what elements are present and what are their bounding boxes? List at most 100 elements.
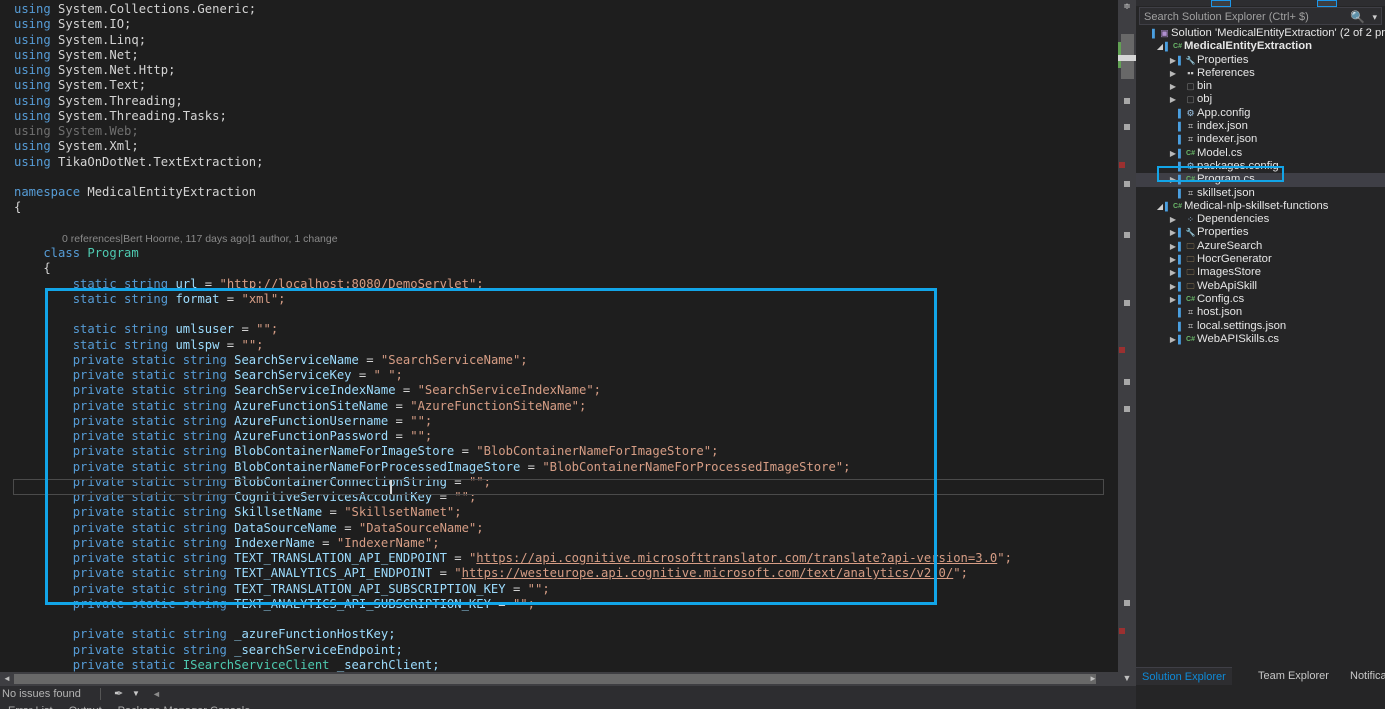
tree-item-medicalentityextraction[interactable]: ◢ ▌ C# MedicalEntityExtraction <box>1136 40 1385 53</box>
codelens-changes[interactable]: 1 author, 1 change <box>251 233 338 245</box>
code-line[interactable]: namespace MedicalEntityExtraction <box>14 185 256 200</box>
code-line[interactable]: using System.Text; <box>14 78 146 93</box>
chevron-collapsed-icon[interactable]: ▶ <box>1168 173 1178 186</box>
code-line[interactable]: private static string _searchServiceEndp… <box>14 643 403 658</box>
tree-item-properties[interactable]: ▶ ▌ 🔧 Properties <box>1136 54 1385 67</box>
tree-item-dependencies[interactable]: ▶ ⁘ Dependencies <box>1136 213 1385 226</box>
tree-item-app-config[interactable]: ·▌⚙App.config <box>1136 107 1385 120</box>
code-line[interactable]: using TikaOnDotNet.TextExtraction; <box>14 155 263 170</box>
code-line[interactable]: static string url = "http://localhost:80… <box>14 277 484 292</box>
code-line[interactable]: using System.Threading.Tasks; <box>14 109 227 124</box>
chevron-down-icon[interactable]: ▼ <box>132 686 140 702</box>
solution-explorer-pane[interactable]: Search Solution Explorer (Ctrl+ $) 🔍 ▾ ·… <box>1136 0 1385 709</box>
chevron-collapsed-icon[interactable]: ▶ <box>1168 280 1178 293</box>
solution-explorer-tree[interactable]: ·▌▣Solution 'MedicalEntityExtraction' (2… <box>1136 27 1385 682</box>
tree-item-hocrgenerator[interactable]: ▶ ▌ 🗀 HocrGenerator <box>1136 253 1385 266</box>
code-line[interactable]: using System.Web; <box>14 124 139 139</box>
code-line[interactable]: private static string AzureFunctionSiteN… <box>14 399 587 414</box>
code-line[interactable]: private static string SearchServiceName … <box>14 353 528 368</box>
bottom-tool-window-tabs[interactable]: Error ListOutputPackage Manager Console <box>0 702 1136 709</box>
code-line[interactable]: private static string SearchServiceKey =… <box>14 368 403 383</box>
bottom-tab-package-manager-console[interactable]: Package Manager Console <box>110 702 259 709</box>
code-line[interactable]: private static string TEXT_TRANSLATION_A… <box>14 582 550 597</box>
tree-item-program-cs[interactable]: ▶ ▌ C# Program.cs <box>1136 173 1385 187</box>
tree-item-imagesstore[interactable]: ▶ ▌ 🗀 ImagesStore <box>1136 266 1385 279</box>
nav-left-icon[interactable]: ◄ <box>152 686 161 702</box>
chevron-collapsed-icon[interactable]: ▶ <box>1168 147 1178 160</box>
chevron-expanded-icon[interactable]: ◢ <box>1155 40 1165 53</box>
code-line[interactable]: private static string TEXT_TRANSLATION_A… <box>14 551 1012 566</box>
tree-item-solution-medicalentityextraction-2-of-2-projects[interactable]: ·▌▣Solution 'MedicalEntityExtraction' (2… <box>1136 27 1385 40</box>
code-line[interactable]: private static string SkillsetName = "Sk… <box>14 505 462 520</box>
code-line[interactable]: using System.Collections.Generic; <box>14 2 256 17</box>
chevron-collapsed-icon[interactable]: ▶ <box>1168 333 1178 346</box>
tree-item-packages-config[interactable]: ·▌⚙packages.config <box>1136 160 1385 173</box>
horizontal-scrollbar[interactable]: ◄ ► <box>0 672 1118 686</box>
tree-item-webapiskills-cs[interactable]: ▶ ▌ C# WebAPISkills.cs <box>1136 333 1385 346</box>
code-text-surface[interactable]: using System.Collections.Generic; using S… <box>0 0 1118 686</box>
chevron-collapsed-icon[interactable]: ▶ <box>1168 226 1178 239</box>
chevron-collapsed-icon[interactable]: ▶ <box>1168 293 1178 306</box>
code-line[interactable]: private static string BlobContainerNameF… <box>14 460 851 475</box>
chevron-collapsed-icon[interactable]: ▶ <box>1168 54 1178 67</box>
solution-explorer-search-box[interactable]: Search Solution Explorer (Ctrl+ $) 🔍 ▾ <box>1139 7 1382 25</box>
code-line[interactable]: private static string BlobContainerConne… <box>14 475 491 490</box>
tool-window-tab-notifications[interactable]: Notifications <box>1344 667 1385 685</box>
tree-item-references[interactable]: ▶ ▪▪ References <box>1136 67 1385 80</box>
code-line[interactable]: static string umlspw = ""; <box>14 338 264 353</box>
tree-item-obj[interactable]: ▶ ▢ obj <box>1136 93 1385 106</box>
scroll-down-icon[interactable]: ▼ <box>1118 670 1136 686</box>
code-line[interactable]: private static string SearchServiceIndex… <box>14 383 601 398</box>
code-line[interactable]: using System.Linq; <box>14 33 146 48</box>
code-line[interactable]: private static string AzureFunctionUsern… <box>14 414 433 429</box>
chevron-collapsed-icon[interactable]: ▶ <box>1168 253 1178 266</box>
codelens-author[interactable]: Bert Hoorne, 117 days ago <box>123 233 248 245</box>
editor-splitter-grip[interactable]: ≑ <box>1118 0 1136 13</box>
chevron-collapsed-icon[interactable]: ▶ <box>1168 67 1178 80</box>
codelens-row[interactable]: 0 references|Bert Hoorne, 117 days ago|1… <box>62 231 338 246</box>
horizontal-scrollbar-thumb[interactable] <box>14 674 1096 684</box>
chevron-down-icon[interactable]: ▾ <box>1372 10 1377 24</box>
chevron-collapsed-icon[interactable]: ▶ <box>1168 266 1178 279</box>
code-line[interactable]: using System.Threading; <box>14 94 183 109</box>
code-line[interactable]: using System.Xml; <box>14 139 139 154</box>
code-line[interactable]: class Program <box>14 246 138 261</box>
code-line[interactable]: static string format = "xml"; <box>14 292 286 307</box>
code-line[interactable]: private static string IndexerName = "Ind… <box>14 536 440 551</box>
toolbar-button-highlight[interactable] <box>1211 0 1231 7</box>
chevron-expanded-icon[interactable]: ◢ <box>1155 200 1165 213</box>
code-line[interactable]: { <box>14 200 21 215</box>
chevron-collapsed-icon[interactable]: ▶ <box>1168 93 1178 106</box>
vertical-scrollbar[interactable]: ▲ ▼ <box>1118 0 1136 686</box>
chevron-collapsed-icon[interactable]: ▶ <box>1168 80 1178 93</box>
code-line[interactable]: private static ISearchServiceClient _sea… <box>14 658 440 673</box>
code-line[interactable]: private static string TEXT_ANALYTICS_API… <box>14 597 535 612</box>
tree-item-indexer-json[interactable]: ·▌⌗indexer.json <box>1136 133 1385 146</box>
code-editor-pane[interactable]: − − using System.Collections.Generic;usi… <box>0 0 1136 686</box>
code-line[interactable]: { <box>14 261 50 276</box>
tree-item-host-json[interactable]: ·▌⌗host.json <box>1136 306 1385 319</box>
tool-window-tab-team-explorer[interactable]: Team Explorer <box>1252 667 1335 685</box>
code-line[interactable]: private static string AzureFunctionPassw… <box>14 429 433 444</box>
tool-window-tab-solution-explorer[interactable]: Solution Explorer <box>1136 667 1232 685</box>
tree-item-config-cs[interactable]: ▶ ▌ C# Config.cs <box>1136 293 1385 306</box>
code-line[interactable]: private static string DataSourceName = "… <box>14 521 484 536</box>
chevron-collapsed-icon[interactable]: ▶ <box>1168 240 1178 253</box>
toolbar-button-highlight[interactable] <box>1317 0 1337 7</box>
bottom-tab-error-list[interactable]: Error List <box>0 702 61 709</box>
codelens-references[interactable]: 0 references <box>62 233 120 245</box>
search-icon[interactable]: 🔍 <box>1350 9 1365 25</box>
code-line[interactable]: static string umlsuser = ""; <box>14 322 278 337</box>
code-line[interactable]: private static string TEXT_ANALYTICS_API… <box>14 566 968 581</box>
tree-item-azuresearch[interactable]: ▶ ▌ 🗀 AzureSearch <box>1136 240 1385 253</box>
tree-item-model-cs[interactable]: ▶ ▌ C# Model.cs <box>1136 147 1385 160</box>
code-line[interactable]: private static string BlobContainerNameF… <box>14 444 719 459</box>
code-style-brush-icon[interactable]: ✒ <box>114 686 123 702</box>
chevron-collapsed-icon[interactable]: ▶ <box>1168 213 1178 226</box>
tree-item-index-json[interactable]: ·▌⌗index.json <box>1136 120 1385 133</box>
code-line[interactable]: private static string CognitiveServicesA… <box>14 490 477 505</box>
tree-item-properties[interactable]: ▶ ▌ 🔧 Properties <box>1136 226 1385 239</box>
scroll-right-icon[interactable]: ► <box>1086 672 1100 686</box>
tree-item-bin[interactable]: ▶ ▢ bin <box>1136 80 1385 93</box>
scroll-left-icon[interactable]: ◄ <box>0 672 14 686</box>
